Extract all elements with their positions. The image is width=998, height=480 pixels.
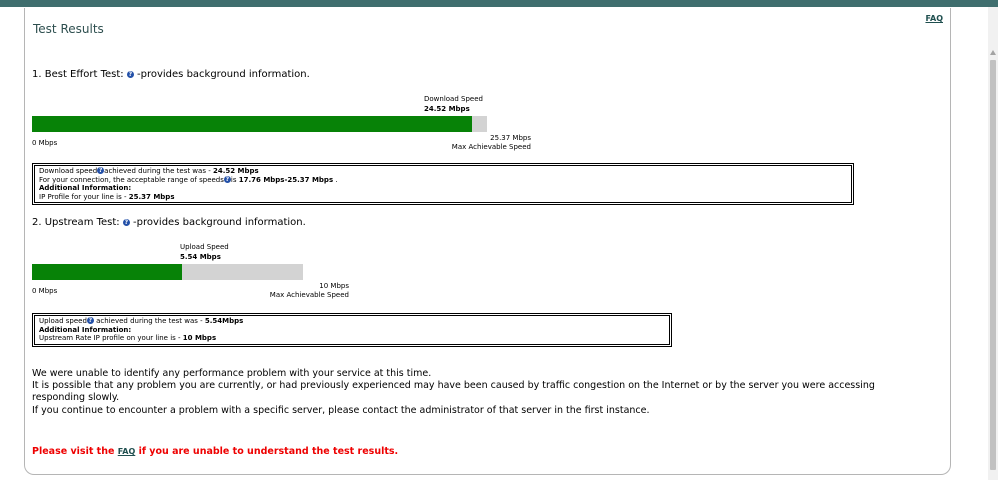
download-info-line-3: Additional Information:	[39, 184, 132, 192]
faq-notice: Please visit the FAQ if you are unable t…	[32, 446, 399, 457]
upload-max-label: Max Achievable Speed	[269, 291, 349, 299]
faq-link-bottom[interactable]: FAQ	[118, 447, 136, 456]
download-info-line-1: Download speed? achieved during the test …	[39, 167, 259, 175]
upload-scale-min: 0 Mbps	[32, 287, 58, 295]
download-info-line-2: For your connection, the acceptable rang…	[39, 175, 338, 184]
scrollbar-thumb[interactable]	[990, 60, 996, 470]
upload-info-line-1: Upload speed? achieved during the test w…	[39, 317, 244, 325]
download-max-value: 25.37 Mbps	[490, 134, 531, 142]
best-effort-heading-note: -provides background information.	[137, 69, 310, 80]
download-speed-bar	[32, 116, 487, 132]
upload-scale-max: 10 Mbps Max Achievable Speed	[249, 282, 349, 300]
summary-line-1: We were unable to identify any performan…	[32, 368, 432, 379]
download-speed-value: 24.52 Mbps	[424, 105, 470, 113]
best-effort-test-heading: 1. Best Effort Test: ? -provides backgro…	[32, 69, 310, 80]
upload-info-line-2: Additional Information:	[39, 325, 132, 334]
summary-line-2: It is possible that any problem you are …	[32, 380, 875, 404]
download-scale-max: 25.37 Mbps Max Achievable Speed	[431, 134, 531, 152]
download-info-box: Download speed? achieved during the test …	[32, 163, 854, 205]
results-panel: Test Results FAQ 1. Best Effort Test: ? …	[24, 8, 951, 475]
info-icon[interactable]: ?	[86, 317, 94, 324]
results-summary: We were unable to identify any performan…	[32, 368, 927, 417]
info-icon[interactable]: ?	[126, 71, 134, 78]
download-max-label: Max Achievable Speed	[451, 143, 531, 151]
upload-info-box: Upload speed? achieved during the test w…	[32, 313, 672, 347]
download-info-line-4: IP Profile for your line is - 25.37 Mbps	[39, 192, 175, 201]
upload-max-value: 10 Mbps	[319, 282, 349, 290]
upload-speed-title: Upload Speed	[180, 243, 229, 251]
upload-speed-bar	[32, 264, 303, 280]
upstream-test-heading: 2. Upstream Test: ? -provides background…	[32, 217, 306, 228]
download-speed-title: Download Speed	[424, 95, 483, 103]
faq-link-top[interactable]: FAQ	[925, 14, 943, 23]
upload-info-line-3: Upstream Rate IP profile on your line is…	[39, 334, 217, 342]
top-bar	[0, 0, 998, 7]
scroll-up-arrow-icon[interactable]	[990, 50, 996, 55]
download-scale-min: 0 Mbps	[32, 139, 58, 147]
download-speed-fill	[32, 116, 472, 132]
upload-speed-value: 5.54 Mbps	[180, 253, 221, 261]
upload-speed-fill	[32, 264, 183, 280]
info-icon[interactable]: ?	[223, 175, 231, 183]
upstream-heading-label: 2. Upstream Test:	[32, 217, 120, 228]
info-icon[interactable]: ?	[122, 219, 130, 226]
best-effort-heading-label: 1. Best Effort Test:	[32, 69, 124, 80]
upstream-heading-note: -provides background information.	[133, 217, 306, 228]
page-title: Test Results	[33, 22, 104, 36]
summary-line-3: If you continue to encounter a problem w…	[32, 404, 650, 416]
